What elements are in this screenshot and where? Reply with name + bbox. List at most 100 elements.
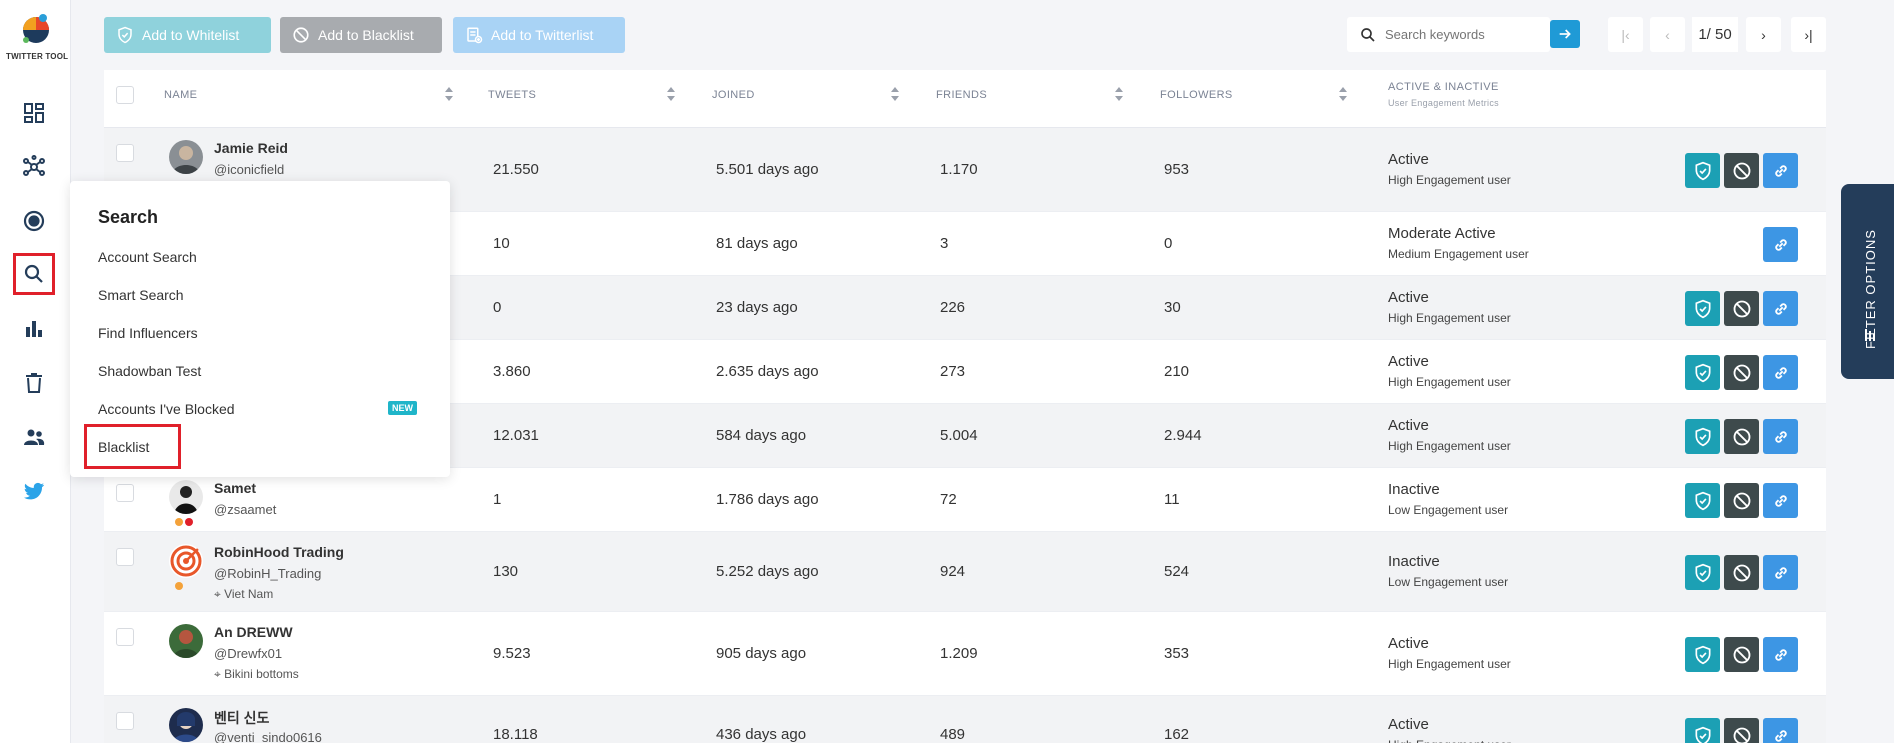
nav-users[interactable] <box>13 416 55 458</box>
activity-status: Active <box>1388 353 1429 370</box>
header-followers[interactable]: FOLLOWERS <box>1160 89 1233 101</box>
user-name[interactable]: Jamie Reid <box>214 140 288 156</box>
status-dot <box>175 582 183 590</box>
user-name[interactable]: Samet <box>214 480 256 496</box>
whitelist-button[interactable] <box>1685 291 1720 326</box>
search-dropdown-menu: Search Account Search Smart Search Find … <box>70 181 450 477</box>
nav-twitter[interactable] <box>13 470 55 512</box>
whitelist-button[interactable] <box>1685 555 1720 590</box>
search-submit-button[interactable] <box>1550 20 1580 48</box>
sort-icon[interactable] <box>1338 85 1348 103</box>
last-page-button[interactable]: ›| <box>1791 17 1826 52</box>
app-logo[interactable]: TWITTER TOOL <box>6 10 68 61</box>
profile-link-button[interactable] <box>1763 555 1798 590</box>
blacklist-button[interactable] <box>1724 637 1759 672</box>
blacklist-button[interactable] <box>1724 355 1759 390</box>
whitelist-button[interactable] <box>1685 419 1720 454</box>
blacklist-button[interactable] <box>1724 419 1759 454</box>
header-joined[interactable]: JOINED <box>712 89 755 101</box>
menu-item-accounts-blocked[interactable]: Accounts I've Blocked <box>98 401 235 417</box>
sort-icon[interactable] <box>444 85 454 103</box>
blacklist-button[interactable] <box>1724 153 1759 188</box>
friends-count: 1.209 <box>940 645 978 662</box>
blacklist-button[interactable] <box>1724 291 1759 326</box>
profile-link-button[interactable] <box>1763 483 1798 518</box>
search-box <box>1347 17 1550 52</box>
nav-search[interactable] <box>13 253 55 295</box>
header-tweets[interactable]: TWEETS <box>488 89 536 101</box>
whitelist-button[interactable] <box>1685 355 1720 390</box>
row-checkbox[interactable] <box>116 144 134 162</box>
header-friends[interactable]: FRIENDS <box>936 89 987 101</box>
menu-item-shadowban-test[interactable]: Shadowban Test <box>98 363 201 379</box>
nav-analytics[interactable] <box>13 308 55 350</box>
nav-dashboard[interactable] <box>13 92 55 134</box>
nav-target[interactable] <box>13 200 55 242</box>
blacklist-button[interactable] <box>1724 718 1759 743</box>
shield-check-icon <box>118 26 132 44</box>
add-to-blacklist-button[interactable]: Add to Blacklist <box>280 17 442 53</box>
blacklist-button[interactable] <box>1724 555 1759 590</box>
activity-status: Inactive <box>1388 481 1440 498</box>
whitelist-button[interactable] <box>1685 153 1720 188</box>
profile-link-button[interactable] <box>1763 355 1798 390</box>
user-location: ⌖ Viet Nam <box>214 587 273 602</box>
menu-item-smart-search[interactable]: Smart Search <box>98 287 184 303</box>
avatar[interactable] <box>169 544 203 578</box>
user-name[interactable]: An DREWW <box>214 624 293 640</box>
users-icon <box>24 429 45 445</box>
user-name[interactable]: 벤티 신도 <box>214 708 269 728</box>
menu-item-account-search[interactable]: Account Search <box>98 249 197 265</box>
add-to-twitterlist-button[interactable]: Add to Twitterlist <box>453 17 625 53</box>
row-checkbox[interactable] <box>116 484 134 502</box>
sort-icon[interactable] <box>890 85 900 103</box>
profile-link-button[interactable] <box>1763 227 1798 262</box>
whitelist-button[interactable] <box>1685 718 1720 743</box>
nav-network[interactable] <box>13 146 55 188</box>
avatar[interactable] <box>169 140 203 174</box>
row-checkbox[interactable] <box>116 712 134 730</box>
ban-icon <box>1733 300 1750 317</box>
avatar[interactable] <box>169 624 203 658</box>
search-input[interactable] <box>1385 27 1535 42</box>
followers-count: 0 <box>1164 235 1173 252</box>
nav-delete[interactable] <box>13 362 55 404</box>
prev-page-button[interactable]: ‹ <box>1650 17 1685 52</box>
ban-icon <box>1733 428 1750 445</box>
next-page-button[interactable]: › <box>1746 17 1781 52</box>
engagement-level: High Engagement user <box>1388 375 1511 389</box>
avatar[interactable] <box>169 480 203 514</box>
user-name[interactable]: RobinHood Trading <box>214 544 344 560</box>
sort-icon[interactable] <box>1114 85 1124 103</box>
twitter-icon <box>24 482 44 500</box>
tweets-count: 3.860 <box>493 363 531 380</box>
network-icon <box>23 155 45 176</box>
profile-link-button[interactable] <box>1763 718 1798 743</box>
menu-item-find-influencers[interactable]: Find Influencers <box>98 325 198 341</box>
profile-link-button[interactable] <box>1763 637 1798 672</box>
whitelist-button[interactable] <box>1685 483 1720 518</box>
profile-link-button[interactable] <box>1763 291 1798 326</box>
friends-count: 489 <box>940 726 966 743</box>
row-checkbox[interactable] <box>116 548 134 566</box>
friends-count: 924 <box>940 563 966 580</box>
sidebar: TWITTER TOOL <box>0 0 71 743</box>
avatar[interactable] <box>169 708 203 742</box>
row-checkbox[interactable] <box>116 628 134 646</box>
select-all-checkbox[interactable] <box>116 86 134 104</box>
add-to-whitelist-button[interactable]: Add to Whitelist <box>104 17 271 53</box>
first-page-button[interactable]: |‹ <box>1608 17 1643 52</box>
profile-link-button[interactable] <box>1763 153 1798 188</box>
first-page-icon: |‹ <box>1621 26 1630 43</box>
blacklist-button[interactable] <box>1724 483 1759 518</box>
header-name[interactable]: NAME <box>164 89 197 101</box>
sort-icon[interactable] <box>666 85 676 103</box>
filter-options-tab[interactable]: FILTER OPTIONS <box>1841 184 1894 379</box>
shield-check-icon <box>1695 299 1710 318</box>
table-row: RobinHood Trading @RobinH_Trading ⌖ Viet N… <box>104 532 1826 612</box>
bar-chart-icon <box>26 321 42 337</box>
friends-count: 226 <box>940 299 966 316</box>
whitelist-button[interactable] <box>1685 637 1720 672</box>
shield-check-icon <box>1695 491 1710 510</box>
profile-link-button[interactable] <box>1763 419 1798 454</box>
